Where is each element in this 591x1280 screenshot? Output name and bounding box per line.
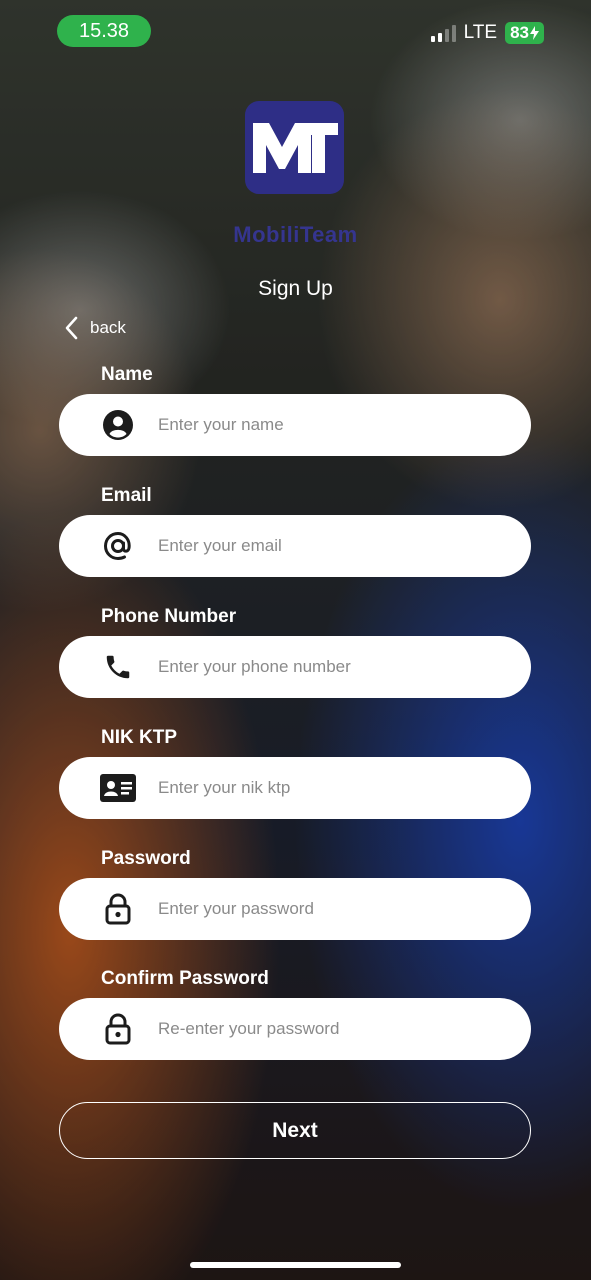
- chevron-left-icon: [65, 316, 78, 340]
- nik-ktp-field[interactable]: [59, 757, 531, 819]
- nik-ktp-label: NIK KTP: [101, 727, 177, 748]
- confirm-password-label: Confirm Password: [101, 968, 269, 989]
- person-icon: [100, 407, 136, 443]
- lock-icon: [100, 891, 136, 927]
- nik-ktp-input[interactable]: [156, 777, 500, 799]
- charging-bolt-icon: [530, 26, 539, 40]
- battery-level: 83: [510, 23, 529, 42]
- lock-icon: [100, 1011, 136, 1047]
- email-input[interactable]: [156, 535, 500, 557]
- password-label: Password: [101, 848, 191, 869]
- battery-indicator: 83: [505, 22, 544, 44]
- email-label: Email: [101, 485, 152, 506]
- next-button[interactable]: Next: [59, 1102, 531, 1159]
- network-type: LTE: [463, 22, 498, 43]
- page-title: Sign Up: [258, 277, 333, 300]
- brand-name: MobiliTeam: [233, 222, 358, 247]
- app-logo: [245, 101, 344, 194]
- phone-field[interactable]: [59, 636, 531, 698]
- at-sign-icon: [100, 528, 136, 564]
- name-label: Name: [101, 364, 153, 385]
- confirm-password-input[interactable]: [156, 1018, 500, 1040]
- phone-label: Phone Number: [101, 606, 237, 627]
- email-field[interactable]: [59, 515, 531, 577]
- back-button[interactable]: back: [64, 316, 126, 340]
- back-label: back: [90, 318, 126, 337]
- phone-icon: [100, 649, 136, 685]
- phone-input[interactable]: [156, 656, 500, 678]
- name-input[interactable]: [156, 414, 500, 436]
- status-time: 15.38: [57, 15, 151, 47]
- password-field[interactable]: [59, 878, 531, 940]
- home-indicator[interactable]: [190, 1262, 401, 1268]
- password-input[interactable]: [156, 898, 500, 920]
- sign-up-screen: 15.38 LTE 83 MobiliTeam Sign Up back Nam…: [0, 0, 591, 1280]
- cellular-signal-icon: [430, 24, 456, 42]
- id-card-icon: [100, 770, 136, 806]
- status-indicators: LTE 83: [430, 22, 544, 44]
- confirm-password-field[interactable]: [59, 998, 531, 1060]
- name-field[interactable]: [59, 394, 531, 456]
